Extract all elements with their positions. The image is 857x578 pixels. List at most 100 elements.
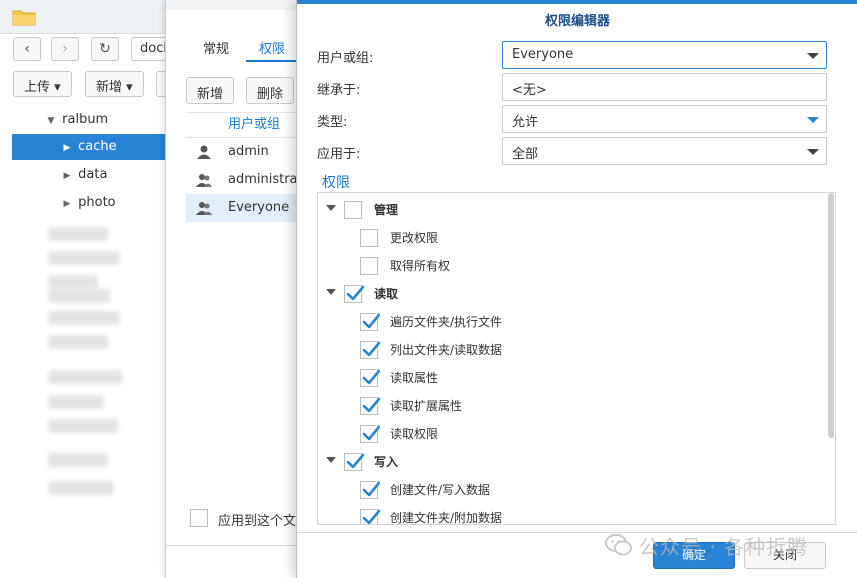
permission-checkbox[interactable]	[360, 425, 380, 443]
permission-item-row[interactable]: 读取属性	[360, 365, 800, 391]
blurred-tree-item	[48, 311, 120, 325]
blurred-tree-item	[48, 481, 114, 495]
permission-group-label: 管理	[374, 203, 399, 217]
forward-button[interactable]: ›	[51, 37, 79, 61]
column-header-user-group[interactable]: 用户或组	[186, 112, 301, 138]
row-label: Everyone	[228, 200, 290, 215]
permission-editor-dialog: 权限编辑器 用户或组: Everyone 继承于: <无> 类型: 允许 应用于…	[296, 0, 857, 578]
permission-checkbox[interactable]	[360, 313, 380, 331]
collapse-arrow-icon[interactable]: ▼	[44, 108, 58, 134]
permission-group-checkbox[interactable]	[344, 201, 362, 219]
blurred-tree-item	[48, 227, 108, 241]
permission-item-row[interactable]: 创建文件夹/附加数据	[360, 505, 800, 525]
permission-group-label: 写入	[374, 455, 399, 469]
type-value: 允许	[512, 115, 539, 130]
permission-item-row[interactable]: 列出文件夹/读取数据	[360, 337, 800, 363]
editor-accent-bar	[297, 0, 857, 4]
expand-arrow-icon[interactable]: ▶	[60, 163, 74, 189]
collapse-arrow-icon[interactable]	[326, 457, 336, 463]
back-button[interactable]: ‹	[13, 37, 41, 61]
blurred-tree-item	[48, 419, 118, 433]
permission-label: 取得所有权	[390, 259, 451, 273]
user-group-label: 用户或组:	[317, 51, 374, 66]
active-tab-indicator	[246, 60, 300, 62]
permission-item-row[interactable]: 读取权限	[360, 421, 800, 447]
permission-checkbox[interactable]	[360, 397, 380, 415]
chevron-down-icon	[807, 53, 819, 59]
row-label: administrat	[228, 172, 301, 187]
properties-header	[166, 0, 300, 10]
collapse-arrow-icon[interactable]	[326, 205, 336, 211]
expand-arrow-icon[interactable]: ▶	[60, 135, 74, 161]
add-permission-button[interactable]: 新增	[186, 77, 235, 104]
permission-item-row[interactable]: 遍历文件夹/执行文件	[360, 309, 800, 335]
apply-to-value: 全部	[512, 147, 539, 162]
apply-to-label: 应用于:	[317, 147, 361, 162]
tab-permissions[interactable]: 权限	[259, 38, 285, 57]
type-label: 类型:	[317, 115, 348, 130]
permission-label: 创建文件夹/附加数据	[390, 511, 503, 525]
collapse-arrow-icon[interactable]	[326, 289, 336, 295]
user-icon	[197, 145, 211, 159]
permission-checkbox[interactable]	[360, 481, 380, 499]
tree-item-ralbum[interactable]: ▼ ralbum	[12, 107, 168, 133]
inherit-value: <无>	[512, 83, 547, 98]
permission-item-row[interactable]: 更改权限	[360, 225, 800, 251]
apply-to-subfolders-checkbox[interactable]	[190, 509, 208, 527]
user-group-select[interactable]: Everyone	[502, 41, 827, 69]
group-icon	[196, 174, 212, 187]
permission-checkbox[interactable]	[360, 229, 378, 247]
blurred-tree-item	[48, 453, 108, 467]
editor-title: 权限编辑器	[544, 14, 610, 29]
apply-to-select[interactable]: 全部	[502, 137, 827, 165]
permission-label: 遍历文件夹/执行文件	[390, 315, 503, 329]
group-icon	[196, 202, 212, 215]
permission-tree[interactable]: 管理更改权限取得所有权读取遍历文件夹/执行文件 列出文件夹/读取数据读取属性 读取扩…	[317, 192, 836, 525]
chevron-down-icon	[807, 117, 819, 123]
permission-checkbox[interactable]	[360, 341, 380, 359]
blurred-tree-item	[48, 335, 108, 349]
tree-item-cache[interactable]: ▶ cache	[12, 134, 168, 160]
permission-group-row[interactable]: 管理	[326, 197, 806, 223]
tree-item-data[interactable]: ▶ data	[12, 162, 168, 188]
wechat-icon	[605, 534, 632, 556]
permission-checkbox[interactable]	[360, 369, 380, 387]
permission-row-administrators[interactable]: administrat	[186, 166, 301, 194]
row-label: admin	[228, 144, 269, 159]
blurred-tree-item	[48, 289, 110, 303]
permission-group-checkbox[interactable]	[344, 285, 364, 303]
permission-item-row[interactable]: 创建文件/写入数据	[360, 477, 800, 503]
scrollbar-thumb[interactable]	[828, 193, 834, 438]
permission-item-row[interactable]: 取得所有权	[360, 253, 800, 279]
blurred-tree-item	[48, 395, 104, 409]
permission-group-row[interactable]: 写入	[326, 449, 806, 475]
upload-button[interactable]: 上传 ▾	[13, 71, 72, 97]
blurred-tree-item	[48, 370, 122, 384]
tree-item-label: photo	[78, 195, 116, 210]
properties-footer-divider	[166, 545, 301, 546]
permission-label: 列出文件夹/读取数据	[390, 343, 503, 357]
permission-item-row[interactable]: 读取扩展属性	[360, 393, 800, 419]
properties-dialog: 常规 权限 新增 删除 用户或组 admin administrat Every…	[165, 0, 309, 578]
refresh-button[interactable]: ↻	[91, 37, 119, 61]
folder-icon	[12, 10, 36, 26]
permission-group-row[interactable]: 读取	[326, 281, 806, 307]
create-button[interactable]: 新增 ▾	[85, 71, 144, 97]
type-select[interactable]: 允许	[502, 105, 827, 133]
tree-item-label: data	[78, 167, 108, 182]
permission-row-admin[interactable]: admin	[186, 138, 301, 166]
permissions-section-title: 权限	[322, 175, 350, 191]
permission-group-label: 读取	[374, 287, 399, 301]
permission-row-everyone[interactable]: Everyone	[186, 194, 301, 222]
blurred-tree-item	[48, 251, 120, 265]
tab-general[interactable]: 常规	[203, 38, 229, 57]
file-station-window: ‹ › ↻ dock 上传 ▾ 新增 ▾ ▼ ralbum ▶ cache ▶ …	[0, 0, 191, 578]
delete-permission-button[interactable]: 删除	[246, 77, 295, 104]
permission-checkbox[interactable]	[360, 257, 378, 275]
permission-group-checkbox[interactable]	[344, 453, 364, 471]
permission-checkbox[interactable]	[360, 509, 380, 524]
inherit-field: <无>	[502, 73, 827, 101]
permission-label: 更改权限	[390, 231, 439, 245]
expand-arrow-icon[interactable]: ▶	[60, 191, 74, 217]
tree-item-photo[interactable]: ▶ photo	[12, 190, 168, 216]
